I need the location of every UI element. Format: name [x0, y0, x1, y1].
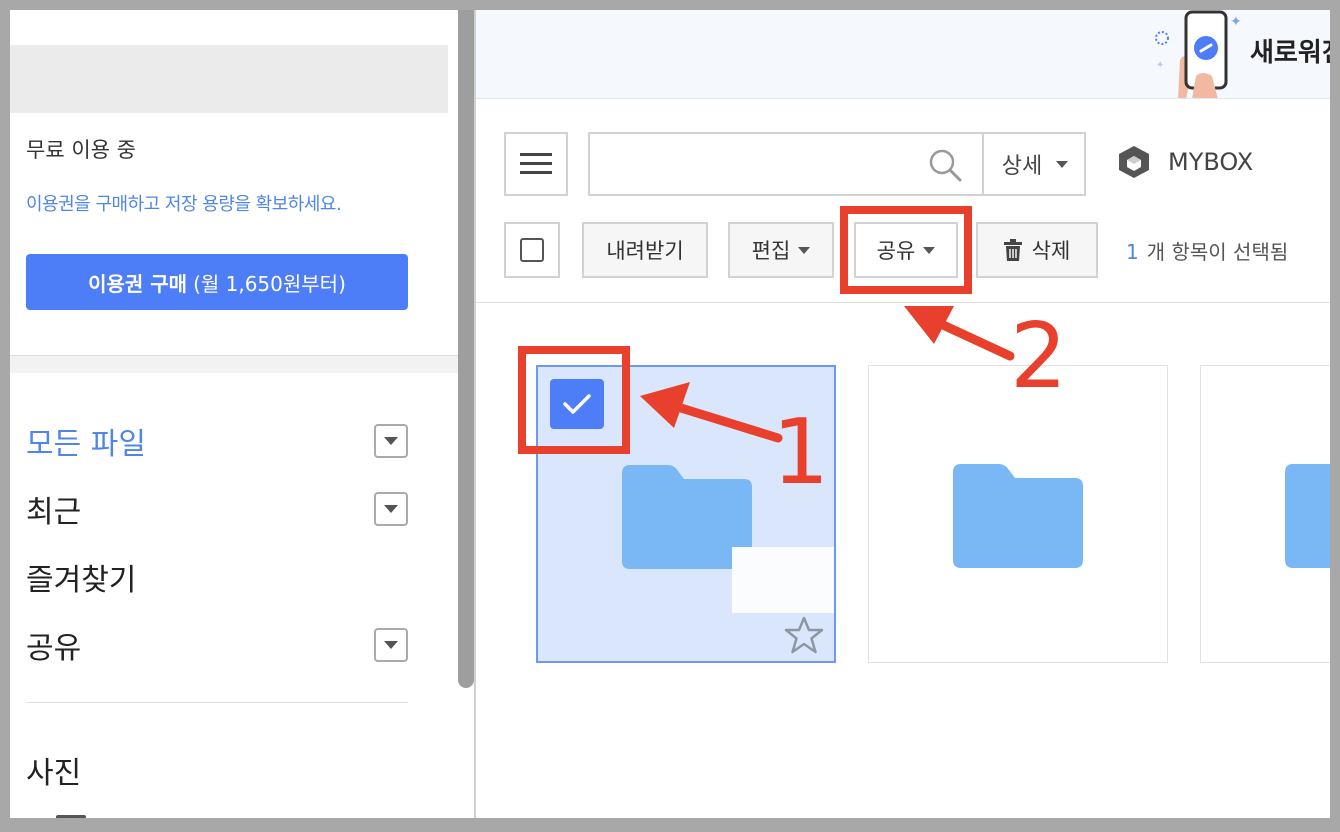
sidebar-item-label: 모든 사진: [112, 810, 208, 818]
sidebar-scrollbar[interactable]: [458, 10, 474, 688]
buy-plan-price: (월 1,650원부터): [193, 271, 346, 296]
file-card[interactable]: [1200, 365, 1330, 663]
file-name-placeholder: [732, 547, 834, 613]
plan-status: 무료 이용 중: [26, 138, 136, 162]
folder-icon: [953, 464, 1083, 568]
hamburger-icon: [520, 153, 552, 175]
sidebar-item-label: 공유: [26, 631, 82, 666]
edit-button[interactable]: 편집: [728, 222, 834, 278]
sidebar-item-label: 즐겨찾기: [26, 563, 137, 598]
download-label: 내려받기: [606, 239, 684, 263]
divider: [26, 702, 408, 703]
caret-down-icon: [798, 246, 811, 254]
sidebar-item-label: 최근: [26, 495, 82, 530]
app-window: 무료 이용 중 이용권을 구매하고 저장 용량을 확보하세요. 이용권 구매 (…: [10, 10, 1330, 818]
mybox-brand[interactable]: MYBOX: [1116, 144, 1253, 180]
star-icon[interactable]: [784, 615, 824, 655]
download-button[interactable]: 내려받기: [582, 222, 708, 278]
expand-shared-toggle[interactable]: [374, 628, 408, 662]
caret-down-icon: [1056, 160, 1069, 168]
buy-plan-button[interactable]: 이용권 구매 (월 1,650원부터): [26, 254, 408, 310]
sidebar: 무료 이용 중 이용권을 구매하고 저장 용량을 확보하세요. 이용권 구매 (…: [10, 10, 458, 818]
search-bar: 상세: [588, 132, 1086, 196]
trash-icon: [1003, 239, 1022, 261]
checkbox-icon: [520, 238, 544, 262]
sidebar-item-shared[interactable]: 공유: [26, 623, 408, 667]
edit-label: 편집: [751, 239, 791, 263]
file-checkbox[interactable]: [550, 379, 604, 429]
main-content: ✦ ✦ 새로워진 상세: [476, 10, 1330, 818]
photos-heading: 사진: [26, 756, 82, 791]
svg-text:✦: ✦: [1156, 60, 1164, 71]
caret-down-icon: [923, 246, 936, 254]
share-button[interactable]: 공유: [854, 222, 958, 278]
selection-count: 1: [1126, 240, 1139, 264]
sidebar-item-label: 모든 파일: [26, 427, 146, 462]
detail-label: 상세: [1001, 154, 1043, 179]
selection-text: 개 항목이 선택됨: [1146, 240, 1289, 264]
account-placeholder: [10, 45, 448, 113]
brand-label: MYBOX: [1168, 148, 1254, 176]
cube-icon: [1119, 146, 1149, 178]
phone-promo-icon: ✦ ✦: [1155, 10, 1242, 98]
folder-icon: [1285, 464, 1330, 568]
chevron-down-icon: [384, 437, 398, 445]
sidebar-item-all-photos[interactable]: 모든 사진: [56, 810, 208, 818]
svg-text:✦: ✦: [1230, 14, 1242, 30]
expand-recent-toggle[interactable]: [374, 492, 408, 526]
sidebar-item-favorites[interactable]: 즐겨찾기: [26, 555, 408, 599]
share-label: 공유: [876, 239, 916, 263]
menu-button[interactable]: [504, 132, 568, 196]
search-icon[interactable]: [928, 148, 962, 182]
sidebar-item-recent[interactable]: 최근: [26, 487, 408, 531]
chevron-down-icon: [384, 505, 398, 513]
checkmark-icon: [563, 394, 591, 414]
sidebar-item-all-files[interactable]: 모든 파일: [26, 419, 408, 463]
image-icon: [56, 814, 86, 818]
file-card[interactable]: [536, 365, 836, 663]
buy-plan-label: 이용권 구매: [88, 271, 188, 296]
search-detail-dropdown[interactable]: 상세: [982, 134, 1086, 194]
file-card[interactable]: [868, 365, 1168, 663]
expand-all-files-toggle[interactable]: [374, 424, 408, 458]
search-input[interactable]: [590, 134, 980, 194]
section-divider: [10, 355, 458, 373]
delete-label: 삭제: [1031, 239, 1071, 263]
toolbar-divider: [476, 302, 1330, 303]
select-all-checkbox[interactable]: [504, 222, 560, 278]
plan-note-link[interactable]: 이용권을 구매하고 저장 용량을 확보하세요.: [26, 190, 342, 216]
delete-button[interactable]: 삭제: [976, 222, 1098, 278]
chevron-down-icon: [384, 641, 398, 649]
selection-status: 1 개 항목이 선택됨: [1126, 236, 1288, 265]
promo-banner[interactable]: ✦ ✦ 새로워진: [476, 10, 1330, 99]
promo-text: 새로워진: [1250, 38, 1330, 68]
